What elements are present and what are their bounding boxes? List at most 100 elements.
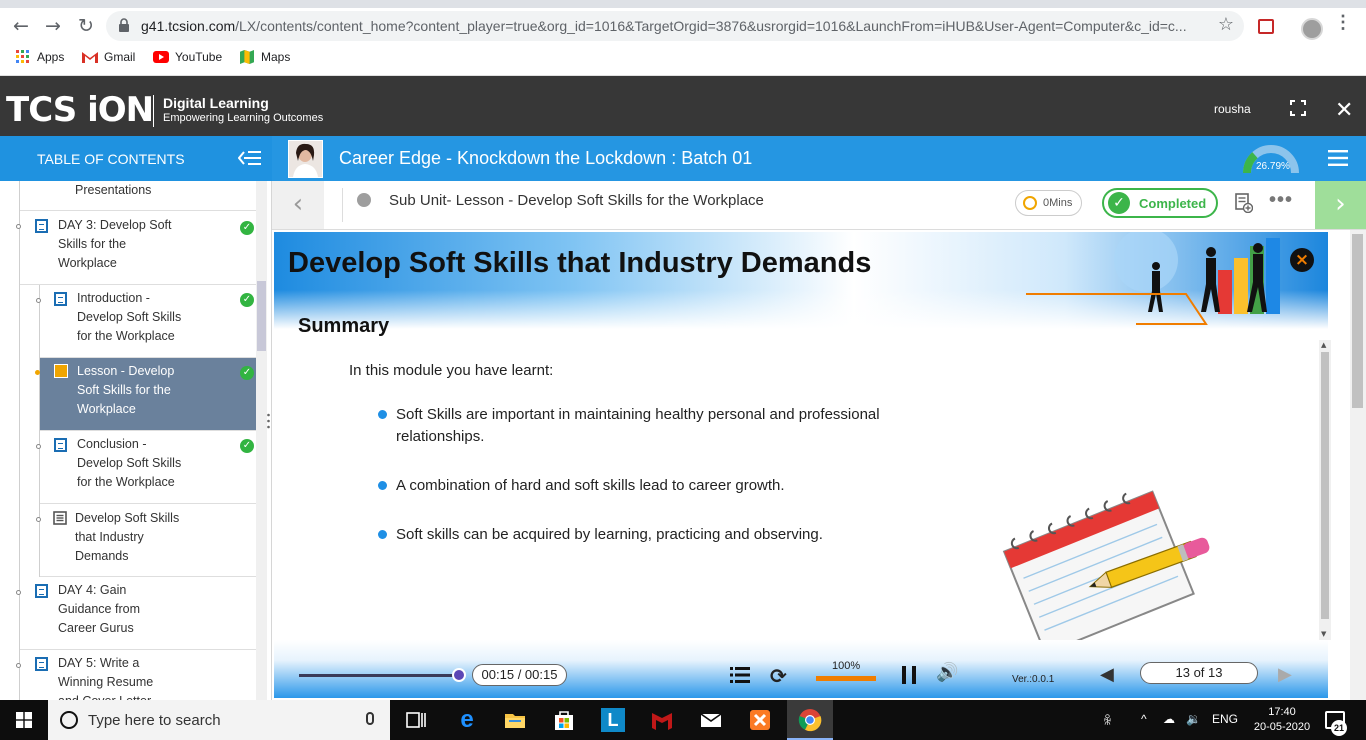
speed-slider[interactable]: [816, 676, 876, 681]
clock-icon: [1023, 196, 1037, 210]
slide-title: Develop Soft Skills that Industry Demand…: [288, 247, 872, 279]
bookmark-youtube[interactable]: YouTube: [153, 50, 222, 64]
bookmark-gmail[interactable]: Gmail: [82, 50, 135, 64]
document-icon: [35, 219, 48, 233]
speaker-icon[interactable]: 🔉: [1186, 712, 1201, 726]
task-view-icon[interactable]: [404, 708, 428, 732]
people-icon[interactable]: ꆜ: [1103, 712, 1112, 728]
reload-icon[interactable]: ↻: [74, 14, 98, 38]
next-page-icon[interactable]: ▶: [1278, 664, 1292, 685]
replay-icon[interactable]: ⟳: [770, 664, 787, 688]
volume-icon[interactable]: 🔊: [936, 662, 958, 683]
toc-item-presentations[interactable]: Presentations: [20, 181, 256, 211]
next-lesson-button[interactable]: ›: [1315, 181, 1366, 229]
toc-scrollbar-thumb[interactable]: [257, 281, 266, 351]
brand-logo[interactable]: TCS iON: [6, 90, 154, 130]
toc-item-introduction[interactable]: Introduction - Develop Soft Skills for t…: [36, 285, 256, 358]
scroll-down-arrow-icon[interactable]: ▼: [1321, 630, 1329, 638]
resize-handle-icon[interactable]: [267, 413, 270, 429]
url-host: g41.tcsion.com: [141, 18, 236, 34]
toc-sidebar: Presentations DAY 3: Develop Soft Skills…: [0, 181, 272, 700]
bookmark-maps-label: Maps: [261, 50, 291, 64]
more-options-icon[interactable]: •••: [1269, 189, 1293, 212]
toc-header: TABLE OF CONTENTS: [0, 136, 272, 181]
mail-icon[interactable]: [699, 708, 723, 732]
completed-check-icon: ✓: [240, 221, 254, 235]
clock-time: 17:40: [1268, 706, 1296, 718]
show-hidden-icons[interactable]: ^: [1141, 712, 1147, 726]
edge-browser-icon[interactable]: e: [455, 708, 479, 732]
add-note-icon[interactable]: [1235, 193, 1253, 213]
summary-point-text: Soft Skills are important in maintaining…: [396, 406, 880, 445]
windows-taskbar: Type here to search e L ꆜ ^ ☁ 🔉 ENG 17:4…: [0, 700, 1366, 740]
chrome-taskbar-active[interactable]: [787, 700, 833, 740]
lock-icon: [119, 18, 129, 32]
playback-speed[interactable]: 100%: [832, 660, 860, 672]
fullscreen-icon[interactable]: [1290, 100, 1306, 116]
business-people-illustration: [1026, 232, 1280, 325]
app-header: TCS iON Digital Learning Empowering Lear…: [0, 76, 1366, 136]
completed-check-icon: ✓: [240, 439, 254, 453]
page-indicator: 13 of 13: [1140, 662, 1258, 684]
l-app-icon[interactable]: L: [601, 708, 625, 732]
chapter-list-icon[interactable]: [730, 667, 750, 683]
bookmarks-bar: Apps Gmail YouTube Maps: [0, 44, 1366, 76]
toc-scrollbar[interactable]: [256, 181, 267, 700]
maps-icon: [240, 50, 254, 64]
toc-item-lesson-active[interactable]: Lesson - Develop Soft Skills for the Wor…: [35, 358, 256, 431]
microphone-icon[interactable]: [366, 712, 374, 725]
scroll-up-arrow-icon[interactable]: ▲: [1321, 341, 1329, 349]
toc-item-day3[interactable]: DAY 3: Develop Soft Skills for the Workp…: [16, 211, 256, 285]
back-icon[interactable]: ←: [9, 14, 33, 38]
toc-item-day5[interactable]: DAY 5: Write a Winning Resume and Cover …: [16, 650, 256, 700]
previous-lesson-button[interactable]: ‹: [272, 181, 324, 229]
sub-unit-title: Sub Unit- Lesson - Develop Soft Skills f…: [389, 192, 764, 209]
page-scrollbar-thumb[interactable]: [1352, 234, 1363, 408]
forward-icon[interactable]: →: [41, 14, 65, 38]
toc-item-label: Lesson - Develop Soft Skills for the Wor…: [77, 364, 175, 416]
xampp-icon[interactable]: [748, 708, 772, 732]
pause-icon[interactable]: [902, 666, 916, 684]
summary-intro: In this module you have learnt:: [349, 362, 554, 379]
summary-point: Soft Skills are important in maintaining…: [378, 404, 956, 448]
system-clock[interactable]: 17:40 20-05-2020: [1252, 705, 1312, 735]
close-player-icon[interactable]: ✕: [1335, 98, 1353, 123]
taskbar-search[interactable]: Type here to search: [48, 700, 390, 740]
hamburger-menu-icon[interactable]: [1328, 150, 1348, 166]
slide-scrollbar-thumb[interactable]: [1321, 352, 1329, 619]
brand-divider: [153, 95, 154, 127]
bookmark-maps[interactable]: Maps: [239, 50, 290, 64]
address-bar[interactable]: g41.tcsion.com/LX/contents/content_home?…: [106, 11, 1244, 41]
mcafee-icon[interactable]: [650, 708, 674, 732]
course-title-bar: Career Edge - Knockdown the Lockdown : B…: [272, 136, 1366, 181]
completed-status-button[interactable]: ✓ Completed: [1102, 188, 1218, 218]
toc-item-industry-demands[interactable]: Develop Soft Skills that Industry Demand…: [36, 504, 256, 577]
slide-close-icon[interactable]: ×: [1290, 248, 1314, 272]
bookmark-apps[interactable]: Apps: [15, 50, 64, 64]
version-label: Ver.:0.0.1: [1012, 674, 1055, 685]
language-indicator[interactable]: ENG: [1212, 712, 1238, 726]
seek-bar[interactable]: [299, 674, 459, 677]
course-title: Career Edge - Knockdown the Lockdown : B…: [339, 148, 753, 168]
profile-avatar[interactable]: [1301, 18, 1323, 40]
toc-item-day4[interactable]: DAY 4: Gain Guidance from Career Gurus: [16, 577, 256, 650]
toc-item-conclusion[interactable]: Conclusion - Develop Soft Skills for the…: [36, 431, 256, 504]
time-spent-label: 0Mins: [1043, 197, 1073, 209]
file-explorer-icon[interactable]: [503, 708, 527, 732]
collapse-toc-icon[interactable]: [238, 150, 262, 166]
bookmark-star-icon[interactable]: ☆: [1218, 14, 1234, 35]
summary-heading: Summary: [298, 315, 390, 337]
previous-page-icon[interactable]: ◀: [1100, 664, 1114, 685]
tree-node-dot: [16, 663, 21, 668]
store-icon[interactable]: [552, 708, 576, 732]
network-icon[interactable]: ☁: [1163, 712, 1175, 726]
browser-menu-icon[interactable]: ⋮: [1334, 13, 1352, 31]
toc-item-label: Introduction - Develop Soft Skills for t…: [77, 291, 182, 343]
windows-start-icon[interactable]: [16, 712, 32, 728]
lesson-nav-bar: ‹ Sub Unit- Lesson - Develop Soft Skills…: [272, 181, 1366, 230]
extension-icon[interactable]: [1258, 19, 1274, 34]
username[interactable]: rousha: [1214, 102, 1251, 116]
seek-handle[interactable]: [452, 668, 466, 682]
toc-item-label: DAY 5: Write a Winning Resume and Cover …: [58, 656, 154, 700]
progress-percent: 26.79%: [1256, 161, 1290, 172]
